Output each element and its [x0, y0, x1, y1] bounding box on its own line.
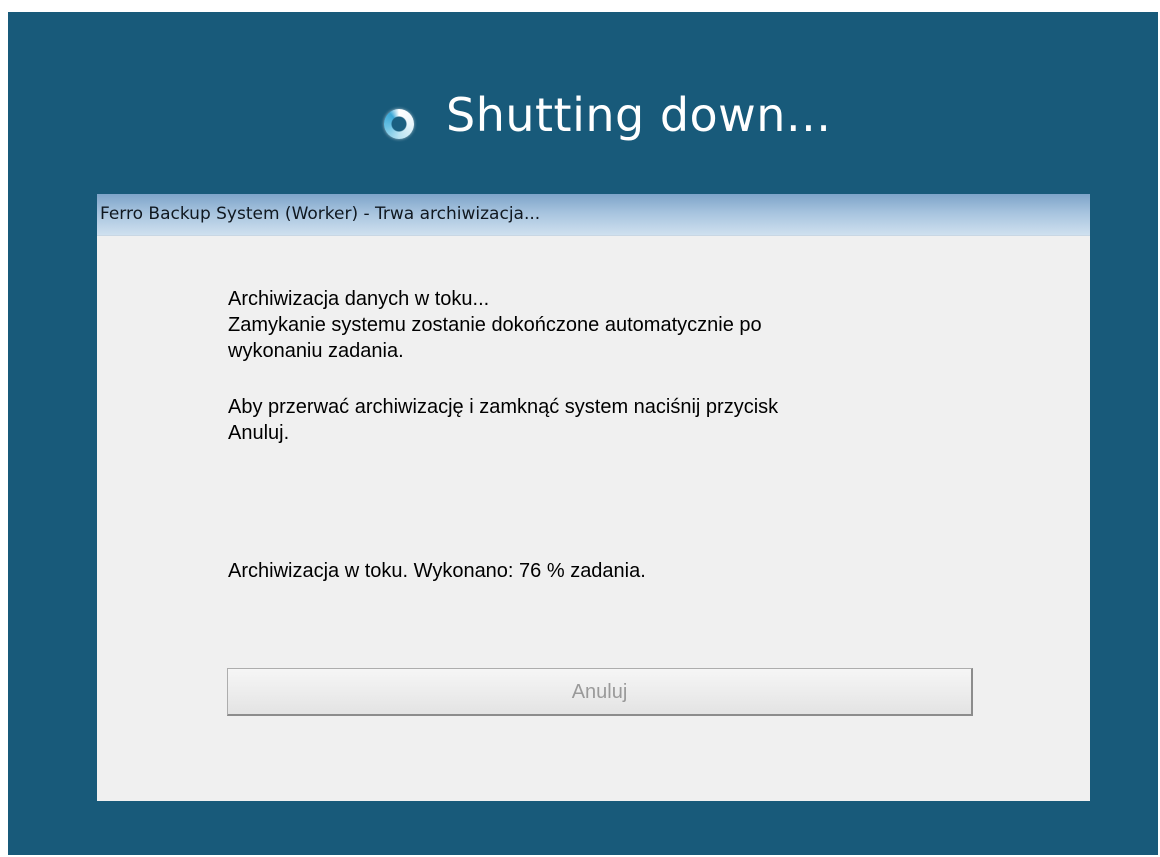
shutdown-header: Shutting down... [8, 84, 1158, 164]
instruction-line-1: Aby przerwać archiwizację i zamknąć syst… [228, 396, 779, 418]
shutdown-screen: Shutting down... Ferro Backup System (Wo… [8, 12, 1158, 855]
dialog-titlebar: Ferro Backup System (Worker) - Trwa arch… [97, 194, 1090, 236]
dialog-title: Ferro Backup System (Worker) - Trwa arch… [100, 204, 541, 224]
spinner-icon [384, 109, 414, 139]
backup-dialog: Ferro Backup System (Worker) - Trwa arch… [97, 194, 1090, 801]
progress-status-text: Archiwizacja w toku. Wykonano: 76 % zada… [228, 560, 646, 582]
cancel-button[interactable]: Anuluj [227, 668, 973, 716]
message-line-1: Archiwizacja danych w toku... [228, 288, 490, 310]
message-line-3: wykonaniu zadania. [228, 340, 404, 362]
instruction-line-2: Anuluj. [228, 422, 290, 444]
message-line-2: Zamykanie systemu zostanie dokończone au… [228, 314, 762, 336]
shutdown-status-text: Shutting down... [446, 88, 832, 142]
dialog-message: Archiwizacja danych w toku... Zamykanie … [228, 286, 988, 446]
